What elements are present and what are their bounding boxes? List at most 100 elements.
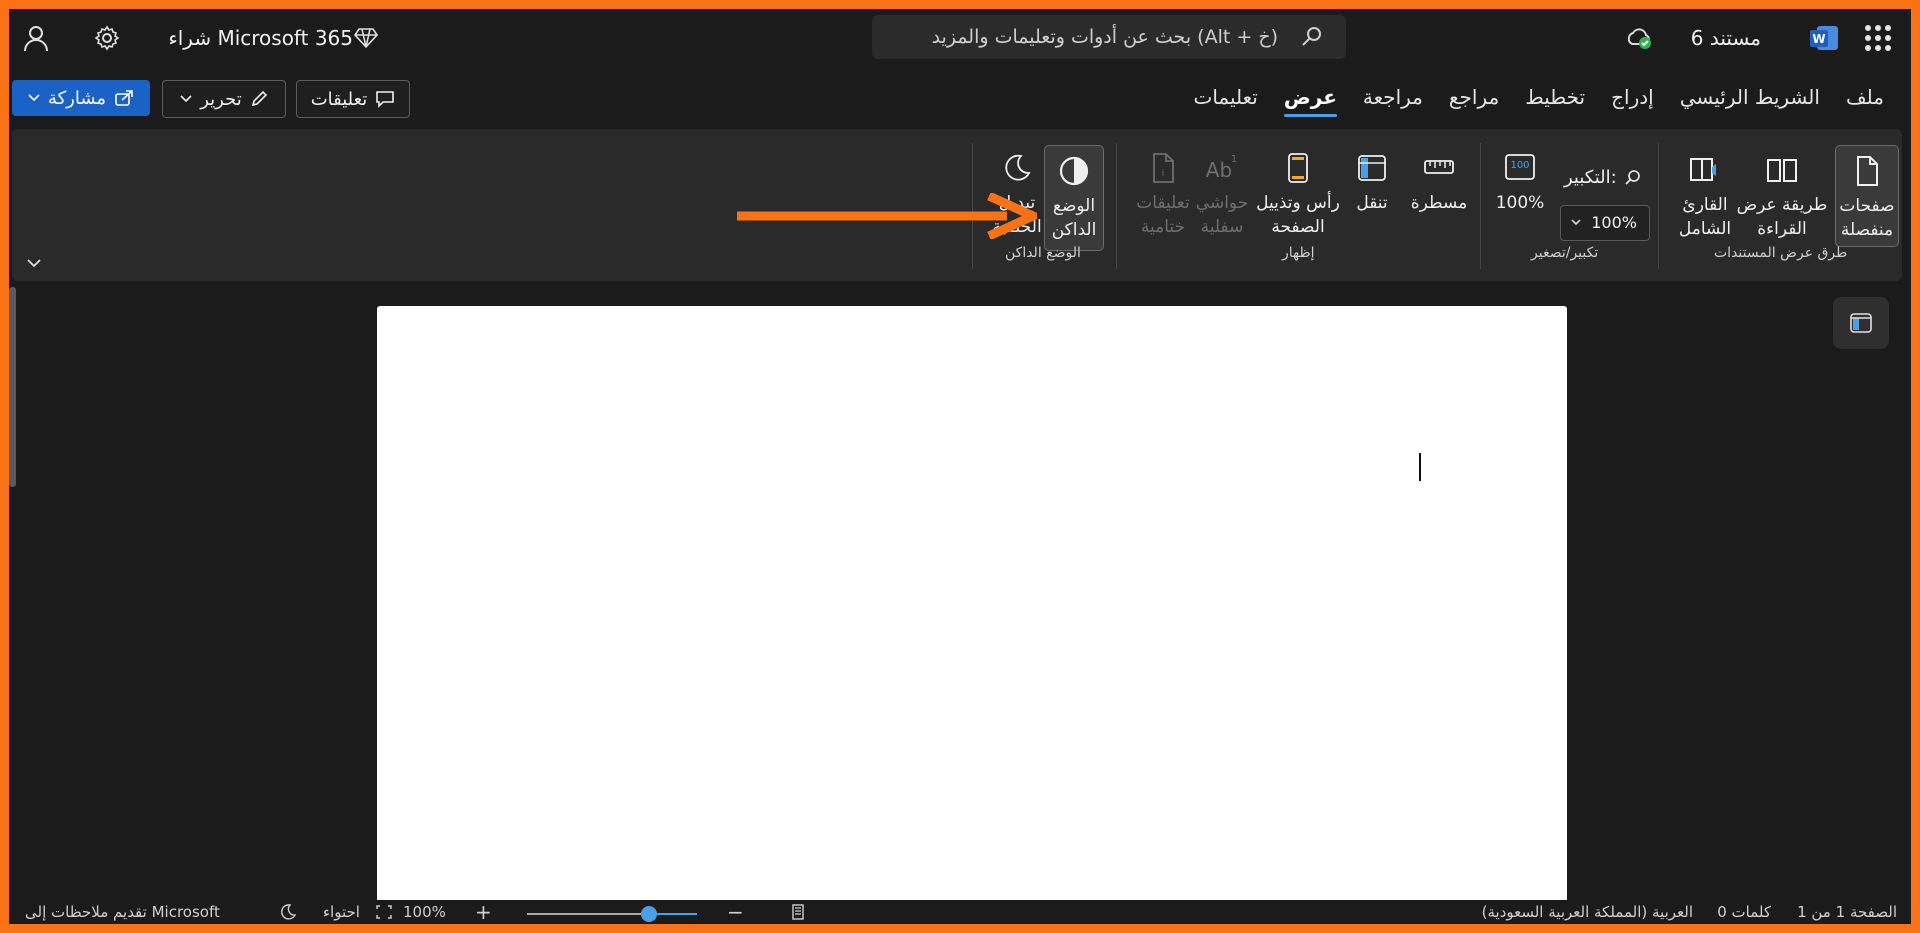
tab-help[interactable]: تعليمات <box>1180 83 1270 119</box>
page-icon <box>1857 156 1878 186</box>
immersive-reader-icon <box>1690 158 1716 181</box>
group-label-zoom: تكبير/تصغير <box>1531 245 1599 261</box>
document-page[interactable] <box>377 306 1567 924</box>
endnotes-button[interactable]: i تعليقات ختامية <box>1132 145 1194 245</box>
search-icon <box>1302 27 1321 46</box>
chevron-down-icon <box>180 95 192 103</box>
moon-icon[interactable] <box>279 903 297 921</box>
moon-icon <box>1005 154 1031 181</box>
book-open-icon <box>1767 159 1797 182</box>
zoom-slider[interactable] <box>527 906 697 922</box>
annotation-arrow <box>737 193 1037 239</box>
ruler-button[interactable]: مسطرة <box>1404 145 1474 235</box>
ribbon-separator <box>1116 143 1117 269</box>
word-app-window: W مستند 6 بحث عن أدوات وتعليمات والمزيد … <box>9 9 1911 924</box>
svg-text:i: i <box>1162 169 1165 179</box>
pencil-icon <box>251 90 267 107</box>
footnotes-button[interactable]: Ab 1 حواشي سفلية <box>1194 145 1250 245</box>
cloud-saved-icon[interactable] <box>1625 26 1653 50</box>
immersive-reader-label-1: القارئ <box>1682 195 1728 215</box>
tab-home[interactable]: الشريط الرئيسي <box>1667 83 1833 119</box>
navigation-label: تنقل <box>1356 193 1388 213</box>
tab-references[interactable]: مراجع <box>1436 83 1512 119</box>
half-circle-contrast-icon <box>1059 156 1089 186</box>
zoom-label: التكبير: <box>1564 167 1617 188</box>
title-bar: W مستند 6 بحث عن أدوات وتعليمات والمزيد … <box>9 9 1911 67</box>
language-indicator[interactable]: العربية (المملكة العربية السعودية) <box>1482 903 1693 921</box>
app-launcher-icon[interactable] <box>1865 25 1891 51</box>
text-cursor <box>1419 453 1421 481</box>
immersive-reader-button[interactable]: القارئ الشامل <box>1672 145 1738 245</box>
zoom-out-icon[interactable]: − <box>727 900 744 924</box>
ribbon-tabs: ملف الشريط الرئيسي إدراج تخطيط مراجع مرا… <box>1180 83 1897 119</box>
ruler-icon <box>1424 160 1454 174</box>
endnotes-label-2: ختامية <box>1140 217 1186 237</box>
immersive-reader-label-2: الشامل <box>1678 219 1732 239</box>
word-count[interactable]: 0 كلمات <box>1717 903 1771 921</box>
dark-mode-label-2: الداكن <box>1051 220 1097 240</box>
dark-mode-label-1: الوضع <box>1052 196 1096 216</box>
separate-pages-label-2: منفصلة <box>1840 220 1894 240</box>
tab-insert[interactable]: إدراج <box>1598 83 1667 119</box>
endnotes-label-1: تعليقات <box>1136 193 1190 213</box>
zoom-in-icon[interactable]: + <box>475 900 492 924</box>
zoom-100-icon: 100 <box>1505 154 1535 180</box>
share-label: مشاركة <box>47 87 107 109</box>
reading-view-label-1: طريقة عرض <box>1736 195 1828 215</box>
ribbon-collapse-chevron-icon[interactable] <box>26 257 42 269</box>
buy-microsoft365-link[interactable]: شراء Microsoft 365 <box>168 26 353 50</box>
tab-layout[interactable]: تخطيط <box>1512 83 1598 119</box>
side-pane-button[interactable] <box>1833 297 1889 349</box>
side-pane-icon <box>1850 313 1872 333</box>
zoom-search-icon <box>1625 170 1640 185</box>
tab-view[interactable]: عرض <box>1271 83 1350 119</box>
footnote-icon: Ab 1 <box>1206 154 1237 182</box>
group-label-show: إظهار <box>1282 245 1315 261</box>
status-bar: الصفحة 1 من 1 0 كلمات العربية (المملكة ا… <box>9 900 1911 924</box>
header-footer-label-2: الصفحة <box>1271 217 1325 237</box>
print-layout-icon[interactable] <box>789 903 807 921</box>
separate-pages-button[interactable]: صفحات منفصلة <box>1835 145 1899 247</box>
document-title[interactable]: مستند 6 <box>1691 26 1761 50</box>
ribbon-separator <box>1480 143 1481 269</box>
chevron-down-icon <box>1571 219 1581 226</box>
zoom-dropdown-value: 100% <box>1591 213 1637 232</box>
vertical-scrollbar[interactable] <box>9 287 16 487</box>
account-icon[interactable] <box>21 23 51 53</box>
navigation-pane-icon <box>1358 155 1386 181</box>
share-icon <box>115 90 133 106</box>
zoom-100-button[interactable]: 100 100% <box>1492 145 1548 235</box>
edit-label: تحرير <box>200 88 242 110</box>
footnotes-label-2: سفلية <box>1200 217 1244 237</box>
header-footer-icon <box>1288 153 1308 183</box>
fit-button[interactable]: احتواء <box>323 903 360 921</box>
page-count[interactable]: الصفحة 1 من 1 <box>1797 903 1897 921</box>
tab-review[interactable]: مراجعة <box>1350 83 1436 119</box>
reading-view-button[interactable]: طريقة عرض القراءة <box>1734 145 1830 245</box>
status-zoom-percent[interactable]: 100% <box>403 903 446 921</box>
comment-icon <box>376 91 395 108</box>
reading-view-label-2: القراءة <box>1757 219 1807 239</box>
footnotes-label-1: حواشي <box>1195 193 1249 213</box>
editing-mode-button[interactable]: تحرير <box>162 80 286 118</box>
zoom-dropdown[interactable]: 100% <box>1560 205 1650 241</box>
dark-mode-button[interactable]: الوضع الداكن <box>1044 145 1104 251</box>
feedback-link[interactable]: تقديم ملاحظات إلى Microsoft <box>25 903 220 921</box>
comments-label: تعليقات <box>310 88 368 110</box>
word-logo-icon: W <box>1810 26 1838 50</box>
endnote-icon: i <box>1153 153 1174 183</box>
settings-gear-icon[interactable] <box>93 24 121 52</box>
navigation-button[interactable]: تنقل <box>1346 145 1398 235</box>
tab-file[interactable]: ملف <box>1833 83 1897 119</box>
ribbon-separator <box>1658 143 1659 269</box>
header-footer-button[interactable]: رأس وتذييل الصفحة <box>1250 145 1346 245</box>
comments-button[interactable]: تعليقات <box>296 80 410 118</box>
svg-text:100: 100 <box>1510 160 1529 171</box>
share-button[interactable]: مشاركة <box>12 80 150 116</box>
chevron-down-icon <box>28 94 40 102</box>
svg-text:1: 1 <box>1231 154 1237 165</box>
header-footer-label-1: رأس وتذييل <box>1256 193 1340 213</box>
search-box[interactable]: بحث عن أدوات وتعليمات والمزيد (Alt + خ) <box>872 15 1346 59</box>
zoom-slider-thumb[interactable] <box>641 906 657 922</box>
search-placeholder: بحث عن أدوات وتعليمات والمزيد (Alt + خ) <box>931 26 1278 48</box>
